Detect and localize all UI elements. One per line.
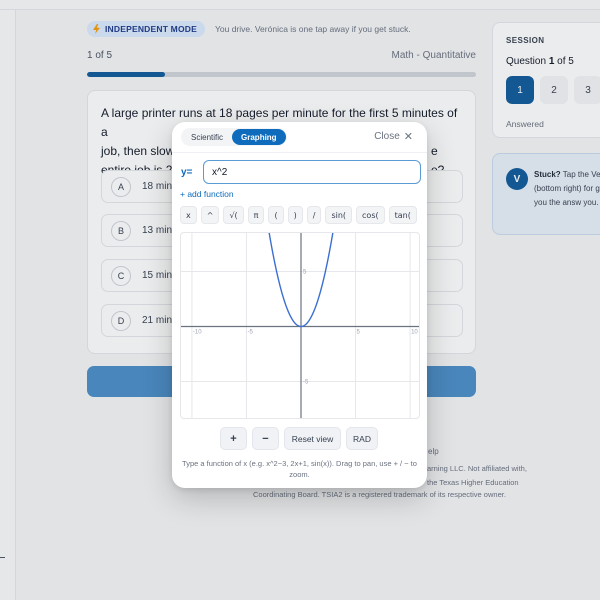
key-divide[interactable]: / bbox=[306, 206, 322, 224]
x-tick-label: 5 bbox=[357, 330, 361, 336]
key-sin[interactable]: sin( bbox=[325, 206, 353, 224]
graph-plot: -10 -5 5 10 5 -5 bbox=[181, 233, 419, 418]
zoom-in-button[interactable]: + bbox=[220, 427, 247, 450]
graph-controls: + − Reset view RAD bbox=[220, 427, 378, 450]
function-y-label: y= bbox=[181, 167, 193, 178]
x-tick-label: -10 bbox=[193, 330, 202, 336]
tab-graphing[interactable]: Graphing bbox=[232, 129, 286, 145]
key-x[interactable]: x bbox=[180, 206, 197, 224]
graph-canvas[interactable]: -10 -5 5 10 5 -5 bbox=[180, 232, 420, 419]
x-tick-label: 10 bbox=[411, 330, 418, 336]
key-power[interactable]: ^ bbox=[200, 206, 220, 224]
zoom-out-button[interactable]: − bbox=[252, 427, 279, 450]
add-function-link[interactable]: + add function bbox=[180, 189, 234, 199]
close-button[interactable]: Close ✕ bbox=[374, 131, 413, 142]
graph-help-text: Type a function of x (e.g. x^2−3, 2x+1, … bbox=[182, 459, 417, 479]
close-icon: ✕ bbox=[403, 130, 413, 143]
y-tick-label: 5 bbox=[303, 270, 307, 276]
x-tick-label: -5 bbox=[247, 330, 253, 336]
reset-view-button[interactable]: Reset view bbox=[284, 427, 341, 450]
key-sqrt[interactable]: √( bbox=[223, 206, 244, 224]
tab-scientific[interactable]: Scientific bbox=[182, 129, 232, 145]
close-label: Close bbox=[374, 131, 400, 142]
key-close-paren[interactable]: ) bbox=[287, 206, 303, 224]
calculator-modal: Scientific Graphing Close ✕ y= + add fun… bbox=[172, 122, 427, 488]
key-pi[interactable]: π bbox=[247, 206, 265, 224]
y-tick-label: -5 bbox=[303, 380, 309, 386]
key-open-paren[interactable]: ( bbox=[268, 206, 284, 224]
function-input[interactable] bbox=[203, 160, 421, 184]
function-keypad: x ^ √( π ( ) / sin( cos( tan( bbox=[180, 206, 417, 224]
calculator-header: Scientific Graphing Close ✕ bbox=[172, 122, 427, 153]
angle-mode-button[interactable]: RAD bbox=[346, 427, 378, 450]
key-cos[interactable]: cos( bbox=[356, 206, 385, 224]
key-tan[interactable]: tan( bbox=[388, 206, 417, 224]
calculator-mode-tabs: Scientific Graphing bbox=[181, 128, 287, 146]
